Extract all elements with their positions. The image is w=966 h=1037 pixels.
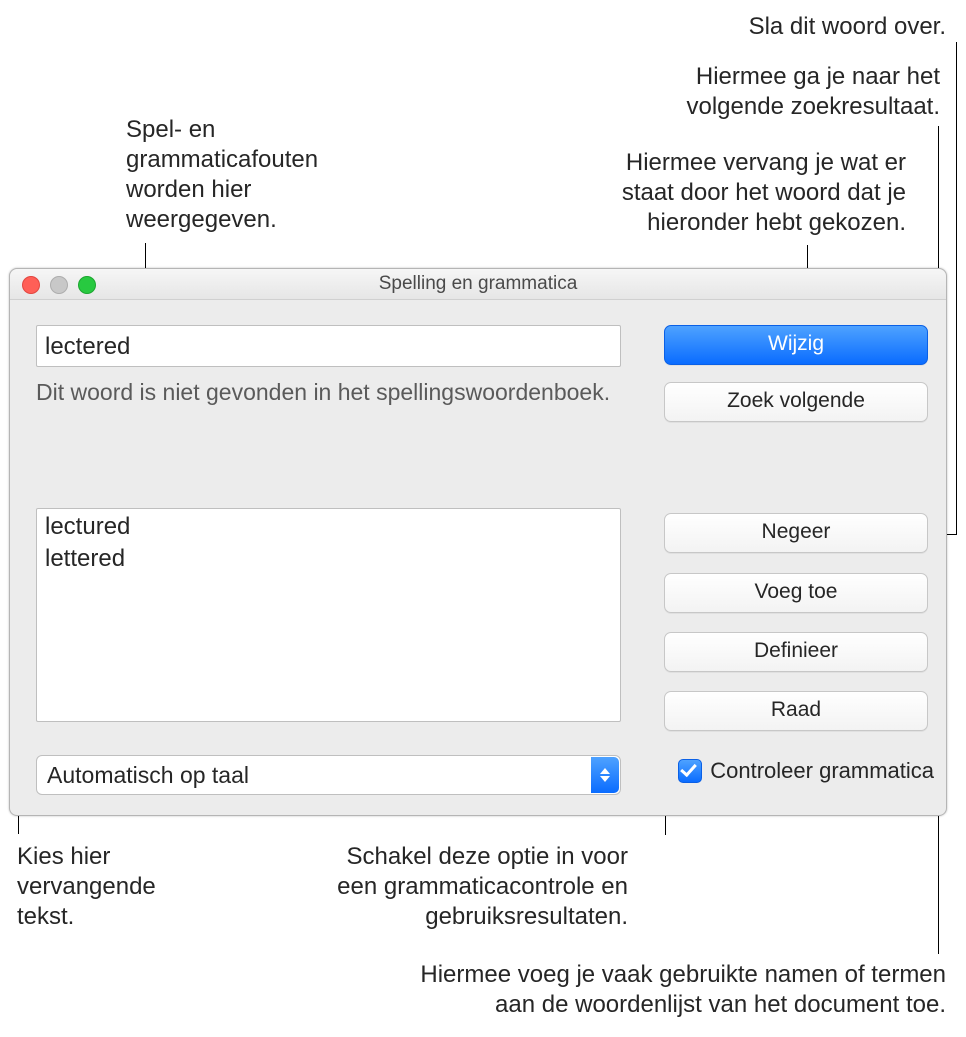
window-title: Spelling en grammatica	[379, 273, 578, 294]
callout-enable-grammar: Schakel deze optie in voor een grammatic…	[300, 842, 628, 932]
change-button[interactable]: Wijzig	[664, 325, 928, 365]
language-select-value: Automatisch op taal	[47, 762, 249, 788]
zoom-icon[interactable]	[78, 276, 96, 294]
check-grammar-label: Controleer grammatica	[710, 758, 934, 784]
status-text: Dit woord is niet gevonden in het spelli…	[36, 378, 621, 408]
chevron-updown-icon	[591, 757, 619, 793]
add-button[interactable]: Voeg toe	[664, 573, 928, 613]
ignore-button[interactable]: Negeer	[664, 513, 928, 553]
suggestions-list[interactable]: lectured lettered	[36, 508, 621, 722]
misspelled-word-input[interactable]: lectered	[36, 325, 621, 367]
define-button[interactable]: Definieer	[664, 632, 928, 672]
list-item[interactable]: lettered	[45, 543, 612, 575]
callout-pick-replacement: Kies hier vervangende tekst.	[17, 842, 237, 932]
spelling-grammar-dialog: Spelling en grammatica lectered Dit woor…	[9, 268, 947, 816]
callout-next: Hiermee ga je naar het volgende zoekresu…	[600, 62, 940, 122]
minimize-icon[interactable]	[50, 276, 68, 294]
callout-errors-shown: Spel- en grammaticafouten worden hier we…	[126, 115, 386, 235]
close-icon[interactable]	[22, 276, 40, 294]
find-next-button[interactable]: Zoek volgende	[664, 382, 928, 422]
check-grammar-checkbox[interactable]	[678, 759, 702, 783]
guess-button[interactable]: Raad	[664, 691, 928, 731]
titlebar: Spelling en grammatica	[10, 269, 946, 300]
callout-add-word: Hiermee voeg je vaak gebruikte namen of …	[326, 960, 946, 1020]
language-select[interactable]: Automatisch op taal	[36, 755, 621, 795]
list-item[interactable]: lectured	[45, 511, 612, 543]
callout-change: Hiermee vervang je wat er staat door het…	[546, 148, 906, 238]
window-controls[interactable]	[22, 276, 96, 294]
callout-skip: Sla dit woord over.	[646, 12, 946, 42]
